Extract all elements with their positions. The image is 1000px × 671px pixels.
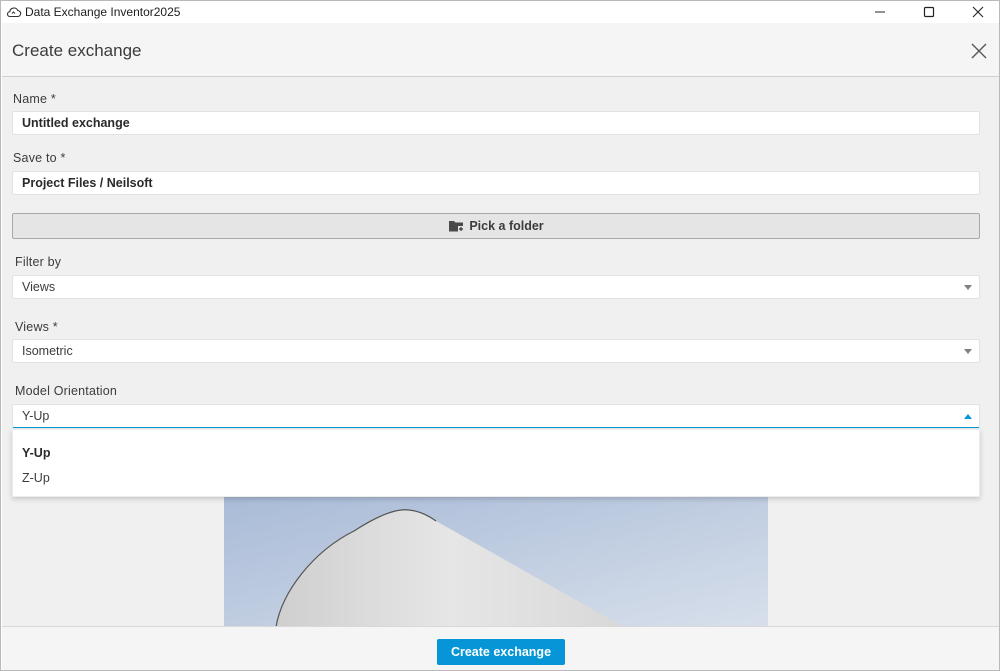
window-title: Data Exchange Inventor2025 bbox=[25, 5, 181, 19]
model-preview-image bbox=[224, 496, 768, 627]
panel-header: Create exchange bbox=[2, 23, 999, 77]
cloud-sync-icon bbox=[6, 7, 22, 18]
save-to-field[interactable]: Project Files / Neilsoft bbox=[12, 171, 980, 195]
orientation-select[interactable]: Y-Up bbox=[12, 404, 980, 428]
minimize-icon bbox=[875, 11, 885, 13]
close-icon[interactable] bbox=[970, 42, 988, 60]
views-label: Views * bbox=[15, 320, 58, 334]
chevron-down-icon bbox=[964, 285, 972, 290]
create-exchange-panel: Create exchange Name * Untitled exchange… bbox=[2, 23, 999, 627]
maximize-icon bbox=[923, 6, 935, 18]
panel-title: Create exchange bbox=[12, 41, 142, 60]
orientation-dropdown-menu: Y-Up Z-Up bbox=[12, 429, 980, 497]
panel-footer: Create exchange bbox=[2, 626, 999, 670]
create-exchange-button[interactable]: Create exchange bbox=[437, 639, 565, 665]
orientation-option-z-up[interactable]: Z-Up bbox=[22, 471, 50, 485]
views-select[interactable]: Isometric bbox=[12, 339, 980, 363]
save-to-label: Save to * bbox=[13, 151, 66, 165]
folder-add-icon bbox=[449, 221, 465, 232]
orientation-option-y-up[interactable]: Y-Up bbox=[22, 446, 50, 460]
window-close-button[interactable] bbox=[955, 1, 999, 23]
pick-folder-label: Pick a folder bbox=[469, 219, 544, 233]
name-field[interactable]: Untitled exchange bbox=[12, 111, 980, 135]
filter-by-select[interactable]: Views bbox=[12, 275, 980, 299]
chevron-up-icon bbox=[964, 414, 972, 419]
filter-by-label: Filter by bbox=[15, 255, 62, 269]
orientation-value: Y-Up bbox=[22, 409, 50, 423]
name-label: Name * bbox=[13, 92, 56, 106]
chevron-down-icon bbox=[964, 349, 972, 354]
views-value: Isometric bbox=[22, 344, 73, 358]
minimize-button[interactable] bbox=[857, 1, 903, 23]
orientation-label: Model Orientation bbox=[15, 384, 118, 398]
app-window: Data Exchange Inventor2025 Create exchan… bbox=[0, 0, 1000, 671]
maximize-button[interactable] bbox=[906, 1, 952, 23]
close-icon bbox=[972, 6, 984, 18]
filter-by-value: Views bbox=[22, 280, 56, 294]
title-bar: Data Exchange Inventor2025 bbox=[1, 1, 999, 23]
pick-folder-button[interactable]: Pick a folder bbox=[12, 213, 980, 239]
